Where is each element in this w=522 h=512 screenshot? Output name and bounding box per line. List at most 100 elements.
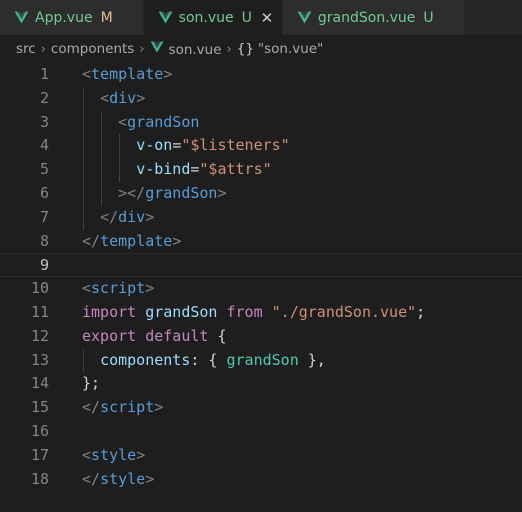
line-number: 18 bbox=[30, 469, 49, 488]
code-token: < bbox=[82, 445, 92, 464]
symbol-braces-icon: {} bbox=[236, 41, 254, 57]
code-token: </ bbox=[82, 231, 101, 250]
code-token: "$attrs" bbox=[199, 160, 272, 179]
breadcrumb-item-src[interactable]: src bbox=[16, 41, 36, 57]
breadcrumb-label: src bbox=[16, 41, 36, 57]
code-token: script bbox=[91, 279, 146, 298]
code-token: style bbox=[100, 469, 146, 488]
indent-guide bbox=[83, 134, 84, 159]
code-line[interactable]: 1 <template> bbox=[0, 63, 522, 87]
code-line[interactable]: 4 v-on="$listeners" bbox=[0, 134, 522, 159]
chevron-right-icon: › bbox=[139, 41, 145, 57]
code-content: <template> bbox=[49, 63, 172, 87]
code-token: < bbox=[82, 65, 92, 83]
code-token: </ bbox=[82, 469, 101, 488]
line-number: 10 bbox=[30, 279, 49, 298]
code-token: > bbox=[154, 398, 164, 417]
code-token: ></ bbox=[118, 183, 146, 202]
code-content: components: { grandSon }, bbox=[49, 348, 326, 373]
line-number: 6 bbox=[39, 183, 49, 202]
tab-app-vue[interactable]: App.vue M bbox=[0, 0, 144, 35]
chevron-right-icon: › bbox=[40, 41, 46, 57]
code-token: v-bind bbox=[136, 160, 191, 179]
code-line[interactable]: 2 <div> bbox=[0, 86, 522, 111]
code-line[interactable]: 17 <style> bbox=[0, 444, 522, 468]
line-number: 2 bbox=[39, 88, 49, 107]
indent-guide bbox=[83, 110, 84, 135]
line-number: 5 bbox=[39, 160, 49, 179]
code-line[interactable]: 3 <grandSon bbox=[0, 110, 522, 135]
code-editor[interactable]: 1 <template> 2 <div> 3 <grandSon 4 v-on="$li… bbox=[0, 63, 522, 491]
code-token: "$listeners" bbox=[181, 136, 290, 155]
code-line[interactable]: 15 </script> bbox=[0, 396, 522, 420]
code-token: </ bbox=[100, 207, 119, 226]
code-line[interactable]: 16 bbox=[0, 420, 522, 444]
breadcrumb-symbol[interactable]: {} "son.vue" bbox=[237, 41, 324, 57]
code-line[interactable]: 6 ></grandSon> bbox=[0, 181, 522, 206]
code-content: </style> bbox=[49, 468, 154, 492]
code-line[interactable]: 14}; bbox=[0, 372, 522, 396]
code-token: grandSon bbox=[145, 302, 218, 321]
breadcrumb-item-components[interactable]: components bbox=[51, 41, 134, 57]
code-token: grandSon bbox=[145, 183, 218, 202]
vue-icon bbox=[297, 10, 312, 25]
vue-icon bbox=[150, 40, 164, 54]
code-content: <grandSon bbox=[49, 110, 199, 135]
code-content: </script> bbox=[49, 396, 163, 420]
code-token: { bbox=[208, 326, 227, 345]
code-line[interactable]: 10 <script> bbox=[0, 277, 522, 301]
code-line[interactable]: 11 import grandSon from "./grandSon.vue"; bbox=[0, 301, 522, 325]
line-number: 15 bbox=[30, 398, 49, 417]
code-token: import bbox=[82, 302, 137, 321]
indent-guide bbox=[83, 348, 84, 373]
line-number: 9 bbox=[39, 256, 49, 275]
code-line[interactable]: 18 </style> bbox=[0, 468, 522, 492]
code-token: }; bbox=[82, 374, 101, 393]
code-line[interactable]: 9 bbox=[0, 253, 522, 278]
code-token: </ bbox=[82, 398, 101, 417]
tab-son-vue[interactable]: son.vue U ✕ bbox=[143, 0, 283, 35]
code-token: > bbox=[145, 207, 155, 226]
code-token: = bbox=[172, 136, 182, 155]
tab-label: App.vue bbox=[35, 9, 93, 26]
code-token: < bbox=[100, 88, 110, 107]
code-content: v-bind="$attrs" bbox=[49, 158, 272, 182]
line-number: 11 bbox=[30, 302, 49, 321]
indent-guide bbox=[101, 134, 103, 159]
code-line[interactable]: 13 components: { grandSon }, bbox=[0, 348, 522, 373]
indent-guide bbox=[83, 158, 84, 182]
code-line[interactable]: 7 </div> bbox=[0, 205, 522, 230]
line-number: 13 bbox=[30, 350, 49, 369]
code-token: style bbox=[91, 445, 137, 464]
code-token: "./grandSon.vue" bbox=[271, 302, 417, 321]
code-line[interactable]: 8 </template> bbox=[0, 230, 522, 254]
code-token: > bbox=[136, 88, 146, 107]
code-token: v-on bbox=[136, 136, 173, 155]
code-content bbox=[49, 254, 82, 276]
code-token: components bbox=[100, 350, 191, 369]
tab-bar: App.vue M son.vue U ✕ grandSon.vue U bbox=[0, 0, 522, 35]
code-token: script bbox=[100, 398, 155, 417]
code-token: from bbox=[226, 302, 263, 321]
code-token: export bbox=[82, 326, 137, 345]
indent-guide bbox=[101, 110, 103, 135]
code-content: <style> bbox=[49, 444, 145, 468]
code-line[interactable]: 5 v-bind="$attrs" bbox=[0, 158, 522, 182]
breadcrumb-symbol-label: "son.vue" bbox=[257, 41, 324, 57]
tab-grandson-vue[interactable]: grandSon.vue U bbox=[282, 0, 465, 35]
tab-label: grandSon.vue bbox=[317, 9, 416, 26]
indent-guide bbox=[119, 158, 121, 182]
vue-icon bbox=[14, 10, 29, 25]
indent-guide bbox=[119, 134, 121, 159]
breadcrumb-label: son.vue bbox=[168, 42, 222, 58]
close-icon[interactable]: ✕ bbox=[260, 9, 274, 27]
code-token: : { bbox=[190, 350, 227, 369]
indent-guide bbox=[101, 181, 103, 206]
git-status-badge: U bbox=[241, 9, 252, 26]
code-line[interactable]: 12 export default { bbox=[0, 325, 522, 349]
breadcrumb-item-son-vue[interactable]: son.vue bbox=[150, 40, 222, 58]
tab-label: son.vue bbox=[178, 9, 234, 26]
vue-icon bbox=[158, 10, 173, 25]
